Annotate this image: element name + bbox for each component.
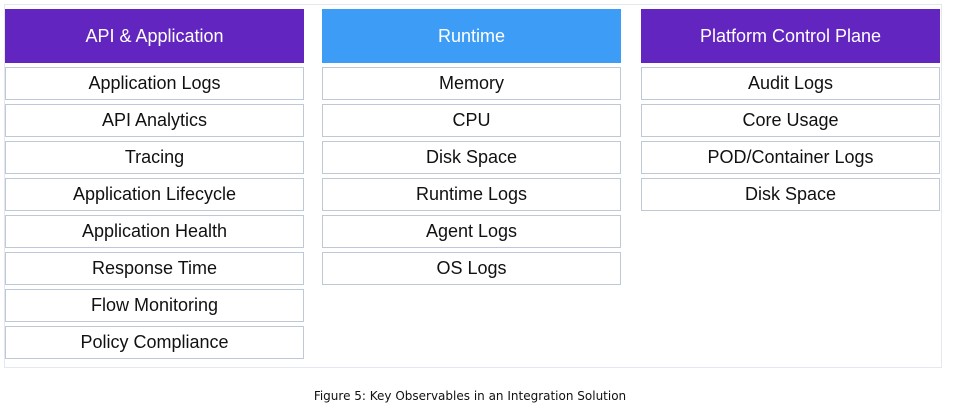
observable-item: Response Time	[5, 252, 304, 285]
observable-item: Agent Logs	[322, 215, 621, 248]
column-header: Runtime	[322, 9, 621, 63]
column-platform-control-plane: Platform Control Plane Audit Logs Core U…	[641, 9, 940, 211]
observable-item: Core Usage	[641, 104, 940, 137]
column-api-application: API & Application Application Logs API A…	[5, 9, 304, 359]
column-header: Platform Control Plane	[641, 9, 940, 63]
observable-item: Application Lifecycle	[5, 178, 304, 211]
observable-item: Disk Space	[641, 178, 940, 211]
observable-item: Application Logs	[5, 67, 304, 100]
observable-item: Flow Monitoring	[5, 289, 304, 322]
observable-item: Runtime Logs	[322, 178, 621, 211]
figure-caption: Figure 5: Key Observables in an Integrat…	[313, 389, 627, 403]
observable-item: Audit Logs	[641, 67, 940, 100]
observable-item: POD/Container Logs	[641, 141, 940, 174]
observable-item: Tracing	[5, 141, 304, 174]
observable-item: Policy Compliance	[5, 326, 304, 359]
observable-item: Application Health	[5, 215, 304, 248]
observable-item: Memory	[322, 67, 621, 100]
observable-item: CPU	[322, 104, 621, 137]
observable-item: Disk Space	[322, 141, 621, 174]
observable-item: OS Logs	[322, 252, 621, 285]
column-header: API & Application	[5, 9, 304, 63]
column-runtime: Runtime Memory CPU Disk Space Runtime Lo…	[322, 9, 621, 285]
observable-item: API Analytics	[5, 104, 304, 137]
